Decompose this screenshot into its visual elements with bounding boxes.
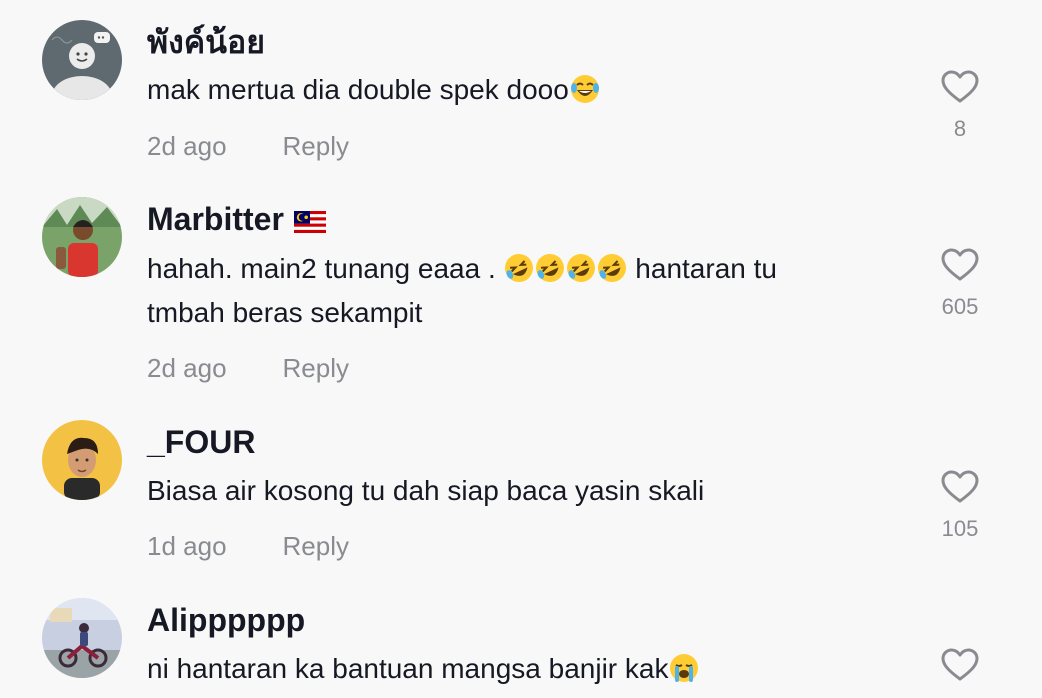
like-button[interactable]: 605	[920, 248, 1000, 320]
tears-of-joy-emoji	[570, 73, 600, 117]
heart-outline-icon[interactable]	[941, 70, 979, 104]
reply-button[interactable]: Reply	[283, 531, 349, 561]
timestamp: 1d ago	[147, 531, 227, 561]
comment-text-content-tail: hantaran tu	[635, 253, 777, 284]
comment-meta: 1d ago Reply	[147, 533, 349, 559]
reply-button[interactable]: Reply	[283, 131, 349, 161]
comment-meta: 2d ago Reply	[147, 355, 349, 381]
username[interactable]: พังค์น้อย	[147, 26, 265, 58]
like-button[interactable]	[920, 648, 1000, 682]
username[interactable]: Alipppppp	[147, 604, 305, 636]
comment-text-content: mak mertua dia double spek dooo	[147, 74, 569, 105]
comment-text-content: ni hantaran ka bantuan mangsa banjir kak	[147, 653, 669, 684]
comment-text-content: hahah. main2 tunang eaaa .	[147, 253, 496, 284]
like-count: 105	[941, 516, 979, 541]
like-button[interactable]: 105	[920, 470, 1000, 542]
comment-text: hahah. main2 tunang eaaa . hantaran tu t…	[147, 247, 887, 335]
comment-text-line2: tmbah beras sekampit	[147, 297, 423, 328]
heart-outline-icon[interactable]	[941, 648, 979, 682]
comment-text: ni hantaran ka bantuan mangsa banjir kak	[147, 647, 887, 696]
username-text[interactable]: Marbitter	[147, 201, 284, 237]
username[interactable]: _FOUR	[147, 426, 255, 458]
avatar[interactable]	[42, 598, 122, 678]
heart-outline-icon[interactable]	[941, 248, 979, 282]
comment-text-content: Biasa air kosong tu dah siap baca yasin …	[147, 475, 705, 506]
timestamp: 2d ago	[147, 131, 227, 161]
comment-meta: 2d ago Reply	[147, 133, 349, 159]
heart-outline-icon[interactable]	[941, 470, 979, 504]
username[interactable]: Marbitter	[147, 203, 326, 238]
like-button[interactable]: 8	[920, 70, 1000, 142]
like-count: 605	[941, 294, 979, 319]
avatar[interactable]	[42, 197, 122, 277]
timestamp: 2d ago	[147, 353, 227, 383]
comment-text: Biasa air kosong tu dah siap baca yasin …	[147, 469, 887, 513]
reply-button[interactable]: Reply	[283, 353, 349, 383]
like-count: 8	[953, 116, 967, 141]
loudly-crying-emoji	[669, 652, 699, 696]
comment-text: mak mertua dia double spek dooo	[147, 68, 887, 117]
avatar[interactable]	[42, 20, 122, 100]
avatar[interactable]	[42, 420, 122, 500]
malaysia-flag-icon	[293, 206, 326, 238]
rolling-laughing-emoji-group	[504, 248, 636, 288]
